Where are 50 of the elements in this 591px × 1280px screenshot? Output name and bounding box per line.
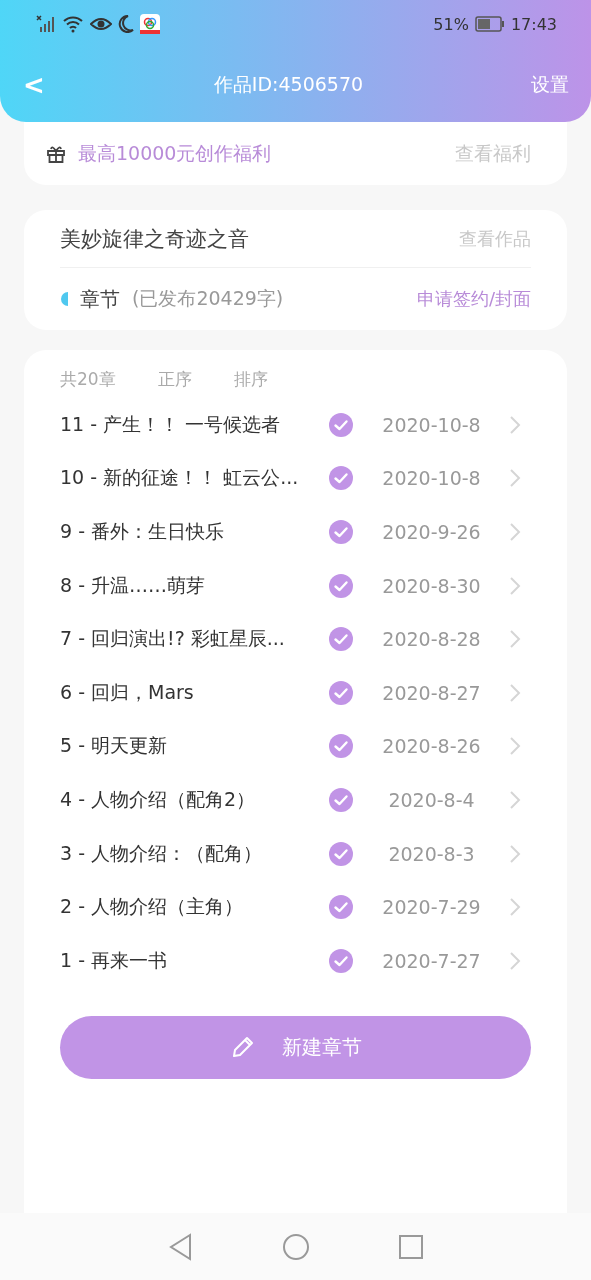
chevron-right-icon[interactable]	[509, 843, 521, 864]
battery-icon	[474, 16, 505, 32]
chapter-date: 2020-10-8	[381, 467, 482, 490]
chapter-title[interactable]: 1 - 再来一书	[60, 947, 328, 974]
chapter-title[interactable]: 5 - 明天更新	[60, 733, 328, 760]
section-label: 章节	[80, 285, 120, 313]
chapter-date: 2020-10-8	[381, 413, 482, 436]
back-triangle-icon[interactable]	[167, 1232, 194, 1261]
chevron-right-icon[interactable]	[509, 414, 521, 435]
chapter-date: 2020-8-3	[387, 842, 476, 865]
chapter-title[interactable]: 10 - 新的征途！！ 虹云公...	[60, 465, 328, 492]
chapter-date: 2020-7-29	[381, 896, 482, 919]
chapter-date: 2020-8-30	[381, 574, 482, 597]
benefit-text: 最高10000元创作福利	[78, 140, 273, 166]
chapter-date: 2020-8-27	[381, 681, 482, 704]
chevron-right-icon[interactable]	[509, 736, 521, 757]
chapter-date: 2020-8-26	[381, 735, 482, 758]
home-circle-icon[interactable]	[281, 1232, 310, 1261]
page-title: 作品ID:4506570	[212, 72, 365, 97]
chapter-date: 2020-8-28	[381, 628, 482, 651]
work-title: 美妙旋律之奇迹之音	[60, 225, 250, 253]
chevron-right-icon[interactable]	[509, 575, 521, 596]
eye-icon	[90, 16, 112, 32]
chapter-title[interactable]: 9 - 番外：生日快乐	[60, 519, 328, 545]
moon-icon	[118, 15, 134, 33]
chevron-right-icon[interactable]	[509, 629, 521, 650]
chevron-right-icon[interactable]	[509, 468, 521, 489]
chevron-right-icon[interactable]	[509, 682, 521, 703]
app-icon	[140, 14, 160, 34]
chapter-title[interactable]: 8 - 升温……萌芽	[60, 572, 328, 599]
chapter-date: 2020-8-4	[387, 788, 476, 811]
square-icon[interactable]	[397, 1233, 424, 1260]
chapter-title[interactable]: 4 - 人物介绍（配角2）	[60, 786, 328, 813]
chapter-date: 2020-9-26	[381, 521, 482, 543]
chapter-count: 共20章	[60, 367, 116, 391]
chapter-title[interactable]: 7 - 回归演出!? 彩虹星辰...	[60, 626, 328, 653]
signal-icon	[36, 14, 56, 34]
published-info: (已发布20429字)	[132, 286, 285, 311]
chapter-date: 2020-7-27	[381, 949, 482, 972]
clock-time: 17:43	[510, 14, 557, 34]
battery-percent: 51%	[433, 14, 469, 34]
chevron-right-icon[interactable]	[509, 522, 521, 542]
chapter-title[interactable]: 11 - 产生！！ 一号候选者	[60, 411, 328, 438]
chapter-title[interactable]: 6 - 回归，Mars	[60, 679, 328, 706]
chapter-title[interactable]: 3 - 人物介绍：（配角）	[60, 840, 328, 867]
wifi-icon	[62, 15, 84, 33]
chapter-title[interactable]: 2 - 人物介绍（主角）	[60, 894, 328, 921]
chevron-right-icon[interactable]	[509, 950, 521, 971]
chevron-right-icon[interactable]	[509, 897, 521, 918]
chevron-right-icon[interactable]	[509, 789, 521, 810]
